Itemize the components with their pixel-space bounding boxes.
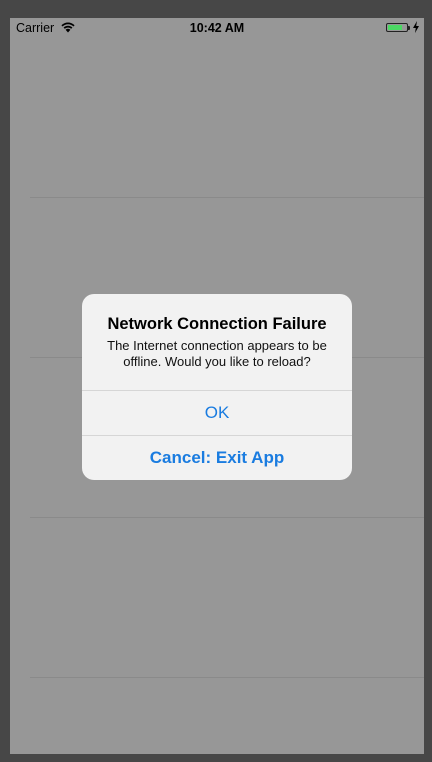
alert-body: Network Connection Failure The Internet …	[82, 294, 352, 390]
table-row-separator	[30, 517, 424, 518]
table-row-separator	[30, 197, 424, 198]
clock-time: 10:42 AM	[189, 21, 245, 35]
cancel-exit-app-button[interactable]: Cancel: Exit App	[82, 435, 352, 480]
app-screen: Carrier 10:42 AM Network Connection Fail…	[10, 18, 424, 754]
ok-button[interactable]: OK	[82, 390, 352, 435]
alert-message: The Internet connection appears to be of…	[107, 338, 327, 369]
battery-icon	[386, 23, 410, 32]
charging-bolt-icon	[413, 21, 419, 33]
table-row-separator	[30, 677, 424, 678]
battery-tip	[408, 26, 410, 30]
network-failure-alert: Network Connection Failure The Internet …	[82, 294, 352, 480]
alert-title: Network Connection Failure	[107, 315, 327, 333]
status-bar: Carrier 10:42 AM	[10, 18, 424, 38]
device-frame: Carrier 10:42 AM Network Connection Fail…	[0, 0, 432, 762]
battery-level-fill	[388, 25, 402, 30]
